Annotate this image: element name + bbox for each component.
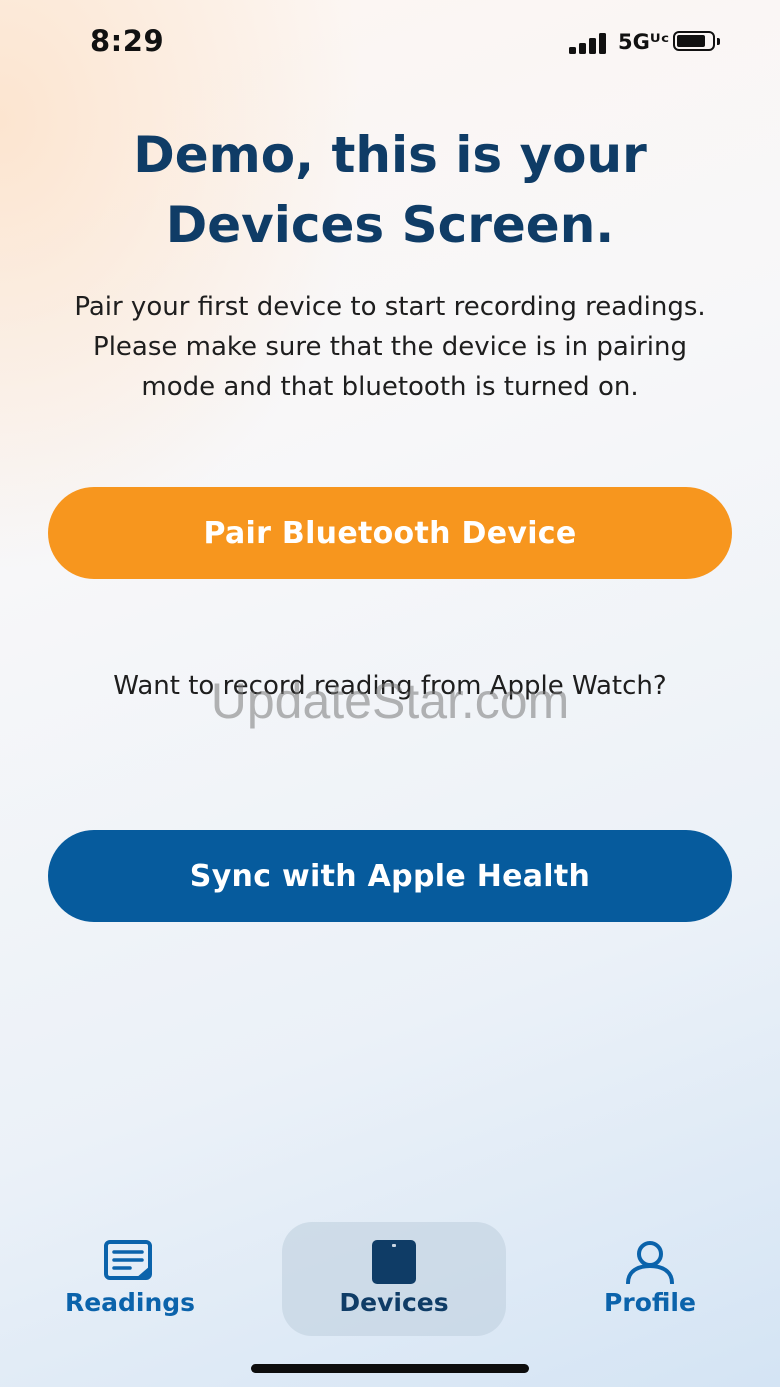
home-indicator[interactable] xyxy=(251,1364,529,1373)
tab-devices-label: Devices xyxy=(339,1288,449,1317)
pair-bluetooth-device-button[interactable]: Pair Bluetooth Device xyxy=(48,487,732,579)
apple-watch-prompt: Want to record reading from Apple Watch? xyxy=(113,671,667,701)
network-type: 5Gᵁᶜ xyxy=(618,30,670,54)
tab-profile-label: Profile xyxy=(604,1288,696,1317)
tab-readings[interactable]: Readings xyxy=(40,1222,220,1336)
sync-apple-health-button[interactable]: Sync with Apple Health xyxy=(48,830,732,922)
status-bar: 8:29 5Gᵁᶜ xyxy=(0,0,780,84)
device-icon xyxy=(372,1240,416,1284)
tab-profile[interactable]: Profile xyxy=(560,1222,740,1336)
page-title: Demo, this is your Devices Screen. xyxy=(133,126,647,254)
readings-icon xyxy=(104,1240,152,1280)
pairing-instructions: Pair your first device to start recordin… xyxy=(74,292,706,402)
tab-readings-label: Readings xyxy=(64,1288,196,1317)
status-time: 8:29 xyxy=(90,24,165,58)
profile-icon xyxy=(626,1241,674,1284)
cellular-signal-icon xyxy=(569,32,611,54)
devices-screen: 8:29 5Gᵁᶜ Demo, this is your Devices Scr… xyxy=(0,0,780,1387)
battery-icon xyxy=(673,31,721,53)
tab-devices[interactable]: Devices xyxy=(282,1222,506,1336)
